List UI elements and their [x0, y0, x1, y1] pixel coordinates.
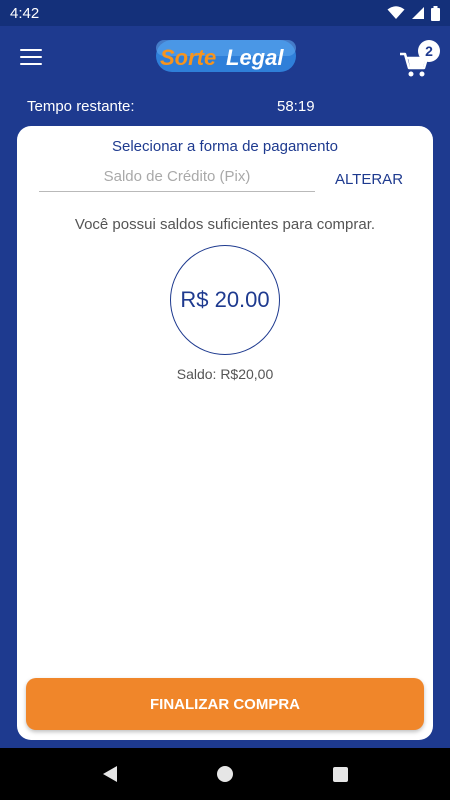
- sorte-legal-logo: Sorte Legal: [156, 40, 296, 72]
- svg-text:Legal: Legal: [226, 45, 284, 70]
- balance-text: Saldo: R$20,00: [176, 366, 274, 382]
- amount-value: R$ 20.00: [180, 287, 270, 312]
- app-bar: Sorte Legal 2: [0, 26, 450, 88]
- finish-purchase-button[interactable]: FINALIZAR COMPRA: [26, 678, 424, 730]
- recents-icon[interactable]: [332, 766, 348, 782]
- sufficient-balance-message: Você possui saldos suficientes para comp…: [74, 216, 376, 233]
- payment-title: Selecionar a forma de pagamento: [112, 138, 338, 155]
- back-icon[interactable]: [102, 766, 117, 782]
- wifi-icon: [387, 6, 405, 19]
- svg-text:Sorte: Sorte: [160, 45, 216, 70]
- timer-label: Tempo restante:: [27, 98, 135, 115]
- navigation-bar: [0, 748, 450, 800]
- payment-method-field[interactable]: Saldo de Crédito (Pix): [39, 168, 315, 192]
- change-payment-button[interactable]: ALTERAR: [329, 171, 409, 188]
- status-bar: 4:42: [0, 0, 450, 26]
- status-time: 4:42: [10, 4, 40, 22]
- cart-button[interactable]: 2: [398, 40, 444, 80]
- timer-value: 58:19: [277, 98, 315, 115]
- timer-row: Tempo restante: 58:19: [27, 96, 427, 118]
- status-icons: [387, 5, 440, 21]
- battery-icon: [431, 5, 440, 21]
- home-icon[interactable]: [216, 766, 233, 782]
- menu-icon[interactable]: [14, 42, 48, 72]
- payment-card: Selecionar a forma de pagamento Saldo de…: [17, 126, 433, 740]
- signal-icon: [412, 7, 424, 19]
- cart-badge: 2: [418, 40, 440, 62]
- amount-circle: R$ 20.00: [170, 245, 280, 355]
